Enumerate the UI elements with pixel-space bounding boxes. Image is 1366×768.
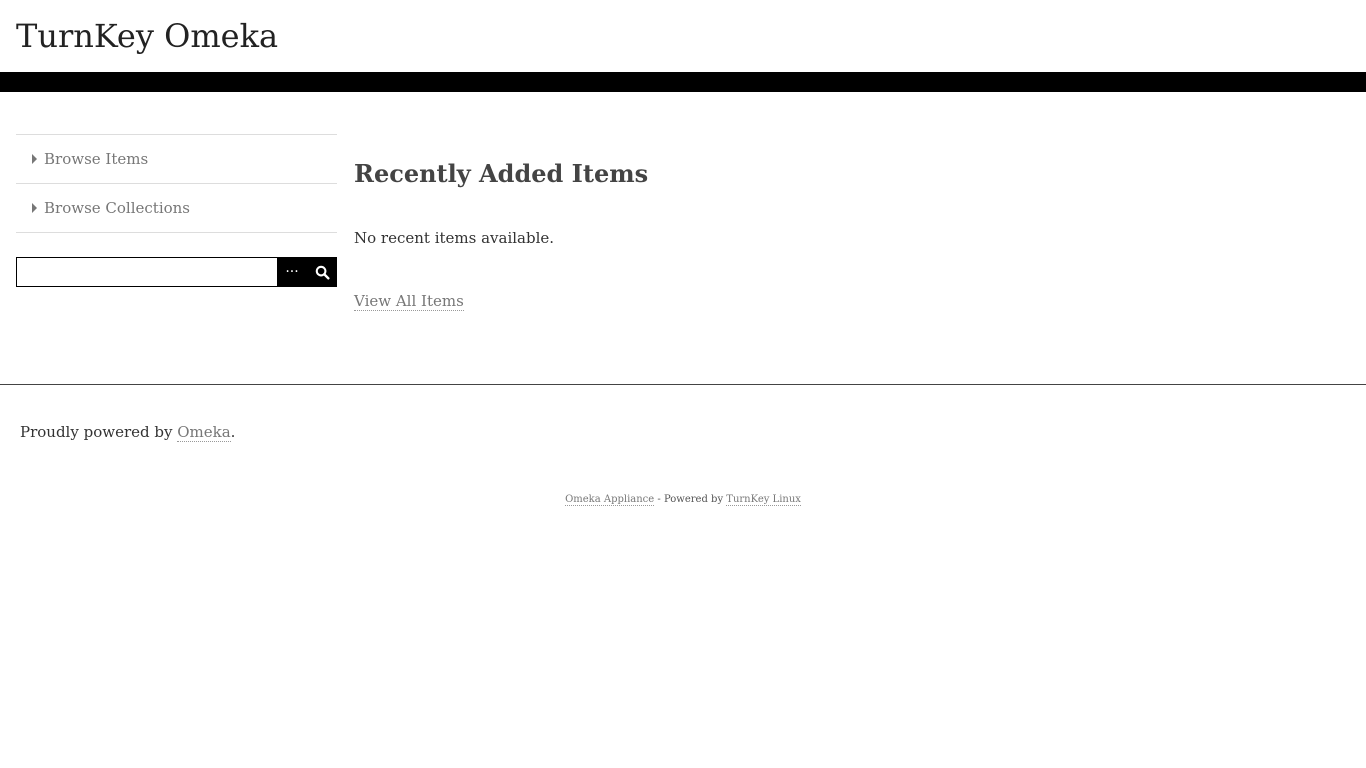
nav-item-label: Browse Collections bbox=[44, 199, 191, 217]
search-bar: ··· bbox=[16, 257, 337, 287]
nav-list: Browse Items Browse Collections bbox=[16, 134, 337, 233]
view-all-items-link[interactable]: View All Items bbox=[354, 292, 464, 311]
caret-right-icon bbox=[32, 203, 37, 213]
turnkey-linux-link[interactable]: TurnKey Linux bbox=[726, 494, 801, 506]
search-submit-button[interactable] bbox=[307, 257, 337, 287]
site-title-link[interactable]: TurnKey Omeka bbox=[16, 14, 278, 58]
search-icon bbox=[315, 265, 330, 280]
caret-right-icon bbox=[32, 154, 37, 164]
powered-by-text: Proudly powered by bbox=[20, 423, 178, 441]
nav-item-label: Browse Items bbox=[44, 150, 149, 168]
appliance-credit-text: - Powered by bbox=[654, 494, 727, 505]
site-header: TurnKey Omeka bbox=[0, 0, 1366, 72]
sidebar: Browse Items Browse Collections ··· bbox=[16, 134, 337, 287]
powered-by-suffix: . bbox=[230, 423, 236, 441]
nav-item-browse-items[interactable]: Browse Items bbox=[16, 135, 337, 184]
omeka-link[interactable]: Omeka bbox=[177, 423, 231, 442]
ellipsis-icon: ··· bbox=[285, 264, 299, 280]
powered-by-line: Proudly powered by Omeka. bbox=[20, 423, 236, 442]
top-nav-bar bbox=[0, 72, 1366, 92]
main-content: Recently Added Items No recent items ava… bbox=[354, 158, 1344, 311]
omeka-appliance-link[interactable]: Omeka Appliance bbox=[565, 494, 655, 506]
empty-message: No recent items available. bbox=[354, 229, 555, 247]
content-area: Browse Items Browse Collections ··· Rece… bbox=[0, 92, 1366, 384]
appliance-credit-line: Omeka Appliance - Powered by TurnKey Lin… bbox=[0, 494, 1366, 506]
advanced-search-button[interactable]: ··· bbox=[277, 257, 307, 287]
search-input[interactable] bbox=[16, 257, 277, 287]
nav-item-browse-collections[interactable]: Browse Collections bbox=[16, 184, 337, 233]
recent-items-heading: Recently Added Items bbox=[354, 159, 649, 188]
site-footer: Proudly powered by Omeka. Omeka Applianc… bbox=[0, 384, 1366, 544]
